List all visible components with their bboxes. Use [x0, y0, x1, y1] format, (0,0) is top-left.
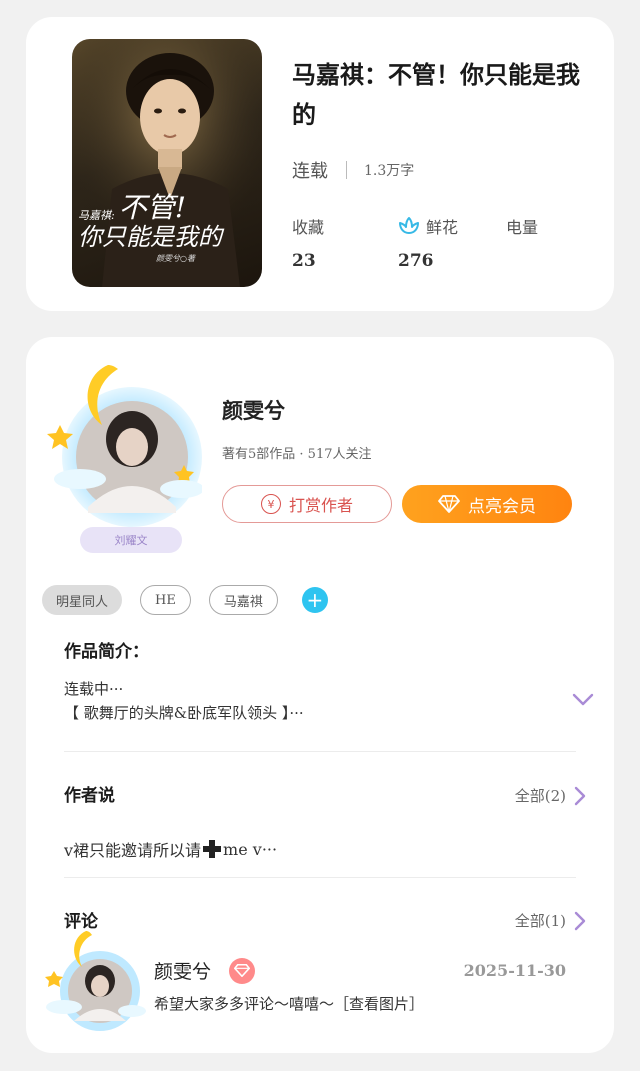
stat-label: 收藏: [292, 218, 325, 237]
author-badge: 刘耀文: [80, 527, 182, 553]
stat-value: 23: [292, 251, 316, 271]
comment-author[interactable]: 颜雯兮: [154, 957, 256, 984]
divider: [64, 751, 576, 752]
cover-title-text: 马嘉祺: 不管! 你只能是我的 颜雯兮○著: [78, 191, 222, 264]
comment-date: 2025-11-30: [463, 961, 566, 980]
author-says-text[interactable]: v裙只能邀请所以请 me v···: [64, 837, 277, 861]
diamond-icon: [438, 495, 460, 513]
book-title: 马嘉祺：不管！你只能是我的: [292, 60, 580, 129]
author-name[interactable]: 颜雯兮: [222, 395, 285, 425]
vip-button[interactable]: 点亮会员: [402, 485, 572, 523]
chevron-right-icon: [574, 911, 586, 930]
stat-flowers[interactable]: 鲜花 276: [398, 215, 458, 271]
plus-icon: [203, 840, 222, 858]
chevron-right-icon: [574, 786, 586, 805]
yen-icon: ¥: [260, 494, 281, 514]
add-tag-button[interactable]: +: [301, 587, 328, 613]
stat-favorites[interactable]: 收藏 23: [292, 215, 324, 271]
stat-power[interactable]: 电量: [506, 215, 538, 251]
tag-item[interactable]: 马嘉祺: [208, 585, 278, 615]
intro-text[interactable]: 连载中··· 【 歌舞厅的头牌&卧底军队领头 】···: [64, 677, 544, 725]
serial-status: 连载: [292, 161, 328, 182]
book-status: 连载 1.3万字: [292, 157, 414, 183]
tag-list: 明星同人 HE 马嘉祺 +: [42, 585, 328, 615]
vip-badge-icon: [229, 957, 256, 984]
comment-text[interactable]: 希望大家多多评论～嘻嘻～［查看图片］: [154, 993, 424, 1014]
intro-heading: 作品简介：: [64, 642, 149, 662]
comments-more-link[interactable]: 全部(1): [515, 910, 586, 931]
author-says-heading: 作者说: [64, 786, 115, 806]
author-card: 刘耀文 颜雯兮 著有5部作品 · 517人关注 ¥ 打赏作者 点亮会员 明星同人…: [26, 337, 614, 1053]
tip-author-button[interactable]: ¥ 打赏作者: [222, 485, 392, 523]
author-meta: 著有5部作品 · 517人关注: [222, 447, 372, 462]
author-says-more-link[interactable]: 全部(2): [515, 785, 586, 806]
book-info-card: 马嘉祺: 不管! 你只能是我的 颜雯兮○著 马嘉祺：不管！你只能是我的 连载 1…: [26, 17, 614, 311]
flower-icon: [399, 217, 419, 234]
chevron-down-icon[interactable]: [572, 693, 594, 707]
stat-value: 276: [398, 251, 434, 271]
tag-item[interactable]: 明星同人: [42, 585, 123, 615]
tag-item[interactable]: HE: [140, 585, 191, 615]
stat-label: 电量: [506, 218, 539, 237]
status-divider: [346, 161, 347, 179]
stat-label: 鲜花: [426, 218, 459, 237]
word-count: 1.3万字: [364, 163, 415, 179]
commenter-avatar[interactable]: [36, 927, 146, 1037]
divider: [64, 877, 576, 878]
author-avatar[interactable]: 刘耀文: [32, 347, 204, 557]
